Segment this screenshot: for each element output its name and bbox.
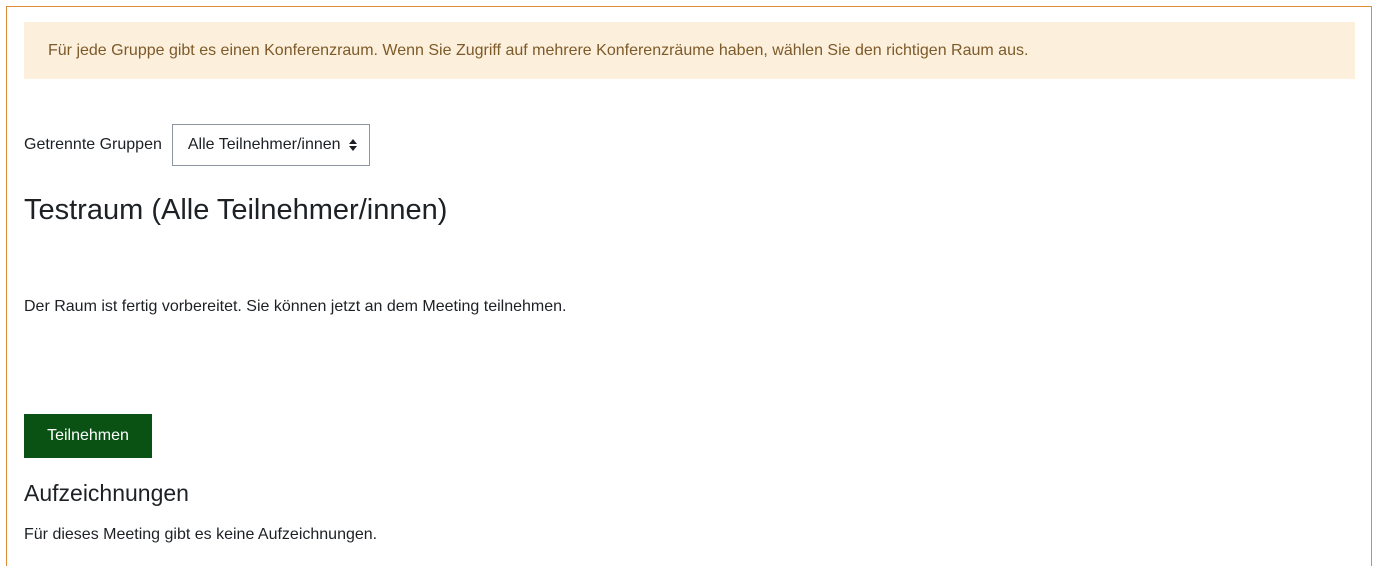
group-selector-label: Getrennte Gruppen — [24, 136, 162, 153]
select-arrows-icon — [348, 139, 357, 151]
room-title: Testraum (Alle Teilnehmer/innen) — [24, 194, 448, 226]
join-button[interactable]: Teilnehmen — [24, 414, 152, 458]
group-select-value: Alle Teilnehmer/innen — [187, 136, 341, 153]
recordings-title: Aufzeichnungen — [24, 480, 189, 506]
info-notice: Für jede Gruppe gibt es einen Konferenzr… — [24, 22, 1355, 79]
group-select[interactable]: Alle Teilnehmer/innen — [171, 124, 370, 166]
info-notice-text: Für jede Gruppe gibt es einen Konferenzr… — [48, 42, 1029, 59]
recordings-empty-text: Für dieses Meeting gibt es keine Aufzeic… — [24, 526, 378, 543]
room-status-text: Der Raum ist fertig vorbereitet. Sie kön… — [24, 298, 567, 315]
content-frame — [6, 6, 1372, 566]
group-selector-row: Getrennte Gruppen Alle Teilnehmer/innen — [24, 123, 370, 167]
